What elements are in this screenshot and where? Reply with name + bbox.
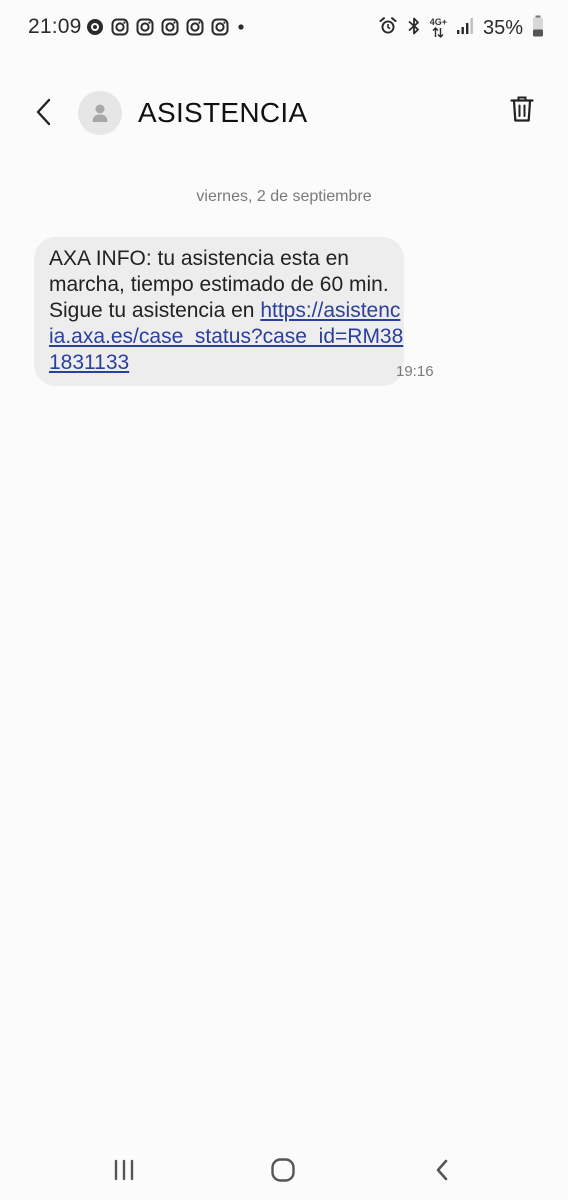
delete-button[interactable] [506, 92, 538, 126]
battery-icon [532, 15, 544, 42]
podcast-icon [86, 18, 104, 36]
conversation-header: ASISTENCIA [0, 80, 568, 146]
battery-percent: 35% [482, 16, 523, 39]
instagram-icon [161, 18, 179, 36]
date-separator: viernes, 2 de septiembre [196, 188, 372, 205]
system-status-icons: 4G+ 35% [378, 15, 544, 42]
trash-icon [510, 96, 534, 122]
home-button[interactable] [263, 1154, 303, 1186]
instagram-icon [136, 18, 154, 36]
message-timestamp: 19:16 [396, 363, 434, 380]
message-bubble[interactable]: AXA INFO: tu asistencia esta en marcha, … [34, 237, 404, 386]
contact-name: ASISTENCIA [138, 97, 308, 128]
chevron-left-icon [36, 98, 51, 126]
contact-avatar[interactable] [78, 91, 122, 135]
home-icon [271, 1158, 295, 1182]
nav-back-icon [436, 1159, 448, 1181]
message-row: AXA INFO: tu asistencia esta en marcha, … [34, 237, 404, 386]
notification-icons [86, 18, 246, 36]
more-dot-icon [236, 18, 246, 36]
instagram-icon [111, 18, 129, 36]
person-icon [92, 104, 108, 122]
recent-apps-button[interactable] [104, 1154, 144, 1186]
recent-apps-icon [114, 1159, 134, 1181]
bluetooth-icon [407, 16, 421, 41]
network-type-label: 4G+ [429, 17, 447, 27]
navigation-bar [0, 1140, 568, 1200]
messages-screen: 21:09 4G+ 35% ASISTENCIA viernes, 2 de s… [0, 0, 568, 1200]
network-4g-icon: 4G+ [430, 18, 447, 38]
instagram-icon [186, 18, 204, 36]
back-button[interactable] [24, 92, 64, 132]
nav-back-button[interactable] [422, 1154, 462, 1186]
status-bar: 21:09 4G+ 35% [0, 0, 568, 58]
status-time: 21:09 [28, 15, 82, 38]
signal-icon [456, 17, 474, 40]
alarm-icon [378, 16, 398, 41]
instagram-icon [211, 18, 229, 36]
